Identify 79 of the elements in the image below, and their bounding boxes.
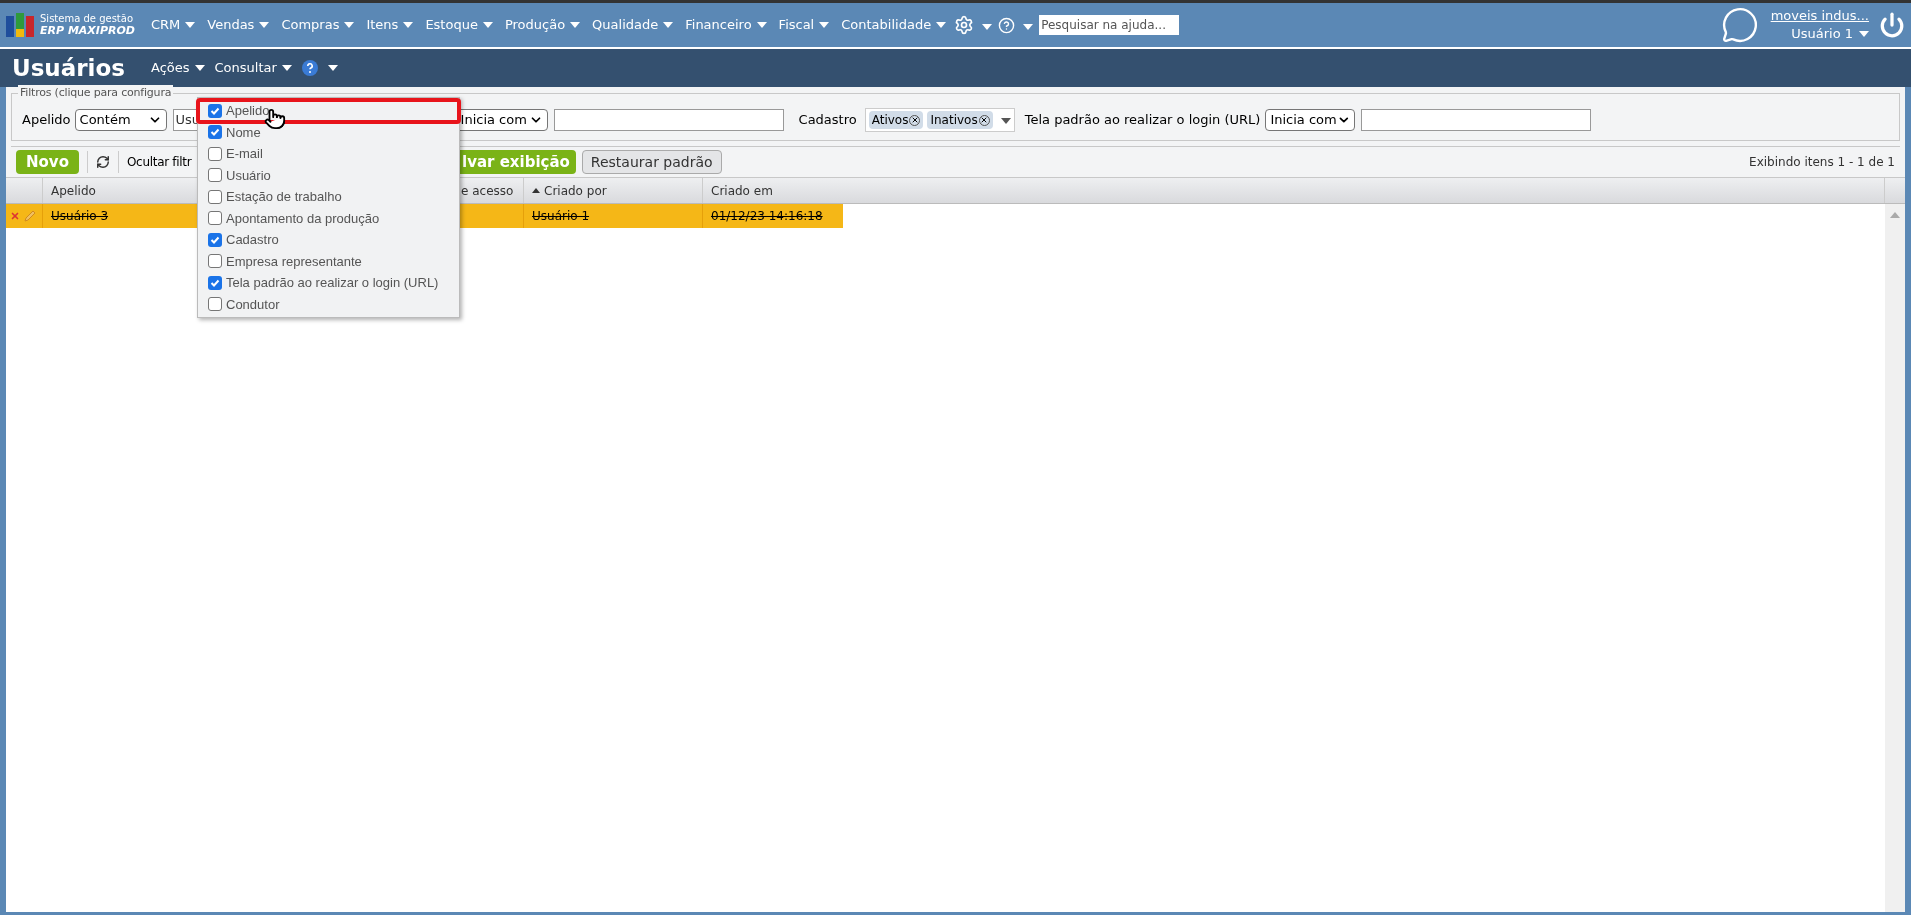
operator-select[interactable]: Inicia com: [1265, 109, 1356, 131]
checkbox[interactable]: [208, 232, 222, 247]
logo-icon: [6, 13, 36, 37]
page-title: Usuários: [12, 53, 125, 83]
column-option[interactable]: Empresa representante: [198, 250, 459, 272]
caret-icon: [194, 65, 205, 71]
operator-select[interactable]: Contém: [74, 109, 167, 131]
help-icon[interactable]: [301, 60, 318, 76]
logo-title: ERP MAXIPROD: [40, 25, 135, 37]
menu-item[interactable]: Qualidade: [586, 15, 680, 35]
caret-icon: [259, 22, 270, 28]
caret-icon: [1859, 31, 1869, 37]
caret-icon: [344, 22, 355, 28]
checkbox[interactable]: [208, 275, 222, 290]
delete-icon[interactable]: [10, 211, 20, 221]
checkbox[interactable]: [208, 254, 222, 269]
status-chip[interactable]: Inativos: [927, 111, 993, 129]
filter-label: Cadastro: [798, 111, 857, 130]
refresh-icon[interactable]: [95, 155, 110, 169]
checkbox[interactable]: [208, 103, 222, 118]
checkbox[interactable]: [208, 168, 222, 183]
help-icon[interactable]: [998, 16, 1016, 34]
caret-icon: [482, 22, 493, 28]
company-link[interactable]: moveis indus...: [1770, 7, 1869, 25]
checkbox[interactable]: [208, 125, 222, 140]
status-chip[interactable]: Ativos: [868, 111, 924, 129]
column-header[interactable]: Criado por: [524, 178, 703, 203]
status-multiselect[interactable]: Ativos Inativos: [864, 108, 1015, 132]
filter-label: Tela padrão ao realizar o login (URL): [1024, 111, 1261, 130]
caret-icon: [1000, 118, 1011, 125]
table-cell: 01/12/23 14:16:18: [703, 204, 843, 228]
caret-icon: [403, 22, 414, 28]
header-menu[interactable]: Consultar: [214, 58, 292, 78]
table-cell: Usuário 1: [524, 204, 703, 228]
column-option[interactable]: Cadastro: [198, 229, 459, 251]
column-option[interactable]: E-mail: [198, 143, 459, 165]
caret-icon: [756, 22, 767, 28]
caret-icon: [327, 65, 338, 71]
table-cell: [458, 204, 524, 228]
menu-item[interactable]: Vendas: [201, 15, 276, 35]
caret-icon: [936, 22, 947, 28]
caret-icon: [1023, 24, 1034, 30]
logo-subtitle: Sistema de gestão: [40, 13, 134, 25]
hide-filters-link[interactable]: Ocultar filtr: [126, 153, 192, 171]
menu-item[interactable]: Compras: [275, 15, 361, 35]
settings-icon[interactable]: [954, 15, 975, 35]
checkbox[interactable]: [208, 189, 222, 204]
menu-item[interactable]: CRM: [144, 15, 202, 35]
caret-icon: [819, 22, 830, 28]
filter-text-field[interactable]: [553, 109, 784, 131]
user-menu[interactable]: Usuário 1: [1791, 25, 1853, 43]
menu-item[interactable]: Estoque: [419, 15, 499, 35]
checkbox[interactable]: [208, 146, 222, 161]
checkbox[interactable]: [208, 211, 222, 226]
caret-icon: [570, 22, 581, 28]
filter-label: Apelido: [22, 111, 71, 130]
column-option[interactable]: Apontamento da produção: [198, 207, 459, 229]
menu-item[interactable]: Financeiro: [679, 15, 773, 35]
checkbox[interactable]: [208, 297, 222, 312]
menu-item[interactable]: Produção: [498, 15, 587, 35]
menu-item[interactable]: Itens: [360, 15, 420, 35]
header-menu[interactable]: Ações: [151, 58, 205, 78]
column-option[interactable]: Tela padrão ao realizar o login (URL): [198, 272, 459, 294]
item-count: Exibindo itens 1 - 1 de 1: [1749, 154, 1895, 171]
caret-icon: [185, 22, 196, 28]
column-header[interactable]: Criado em: [703, 178, 1885, 203]
caret-icon: [281, 65, 292, 71]
menu-item[interactable]: Contabilidade: [835, 15, 953, 35]
power-icon[interactable]: [1879, 12, 1905, 38]
caret-icon: [663, 22, 674, 28]
column-option[interactable]: Usuário: [198, 164, 459, 186]
help-search-field[interactable]: Pesquisar na ajuda...: [1039, 15, 1180, 35]
sort-asc-icon: [532, 188, 540, 193]
column-option[interactable]: Condutor: [198, 293, 459, 315]
menu-item[interactable]: Fiscal: [772, 15, 836, 35]
chat-bubble-icon[interactable]: [1720, 6, 1759, 44]
caret-icon: [982, 24, 993, 30]
filter-text-field[interactable]: [1361, 109, 1592, 131]
restore-default-button[interactable]: Restaurar padrão: [581, 150, 722, 174]
